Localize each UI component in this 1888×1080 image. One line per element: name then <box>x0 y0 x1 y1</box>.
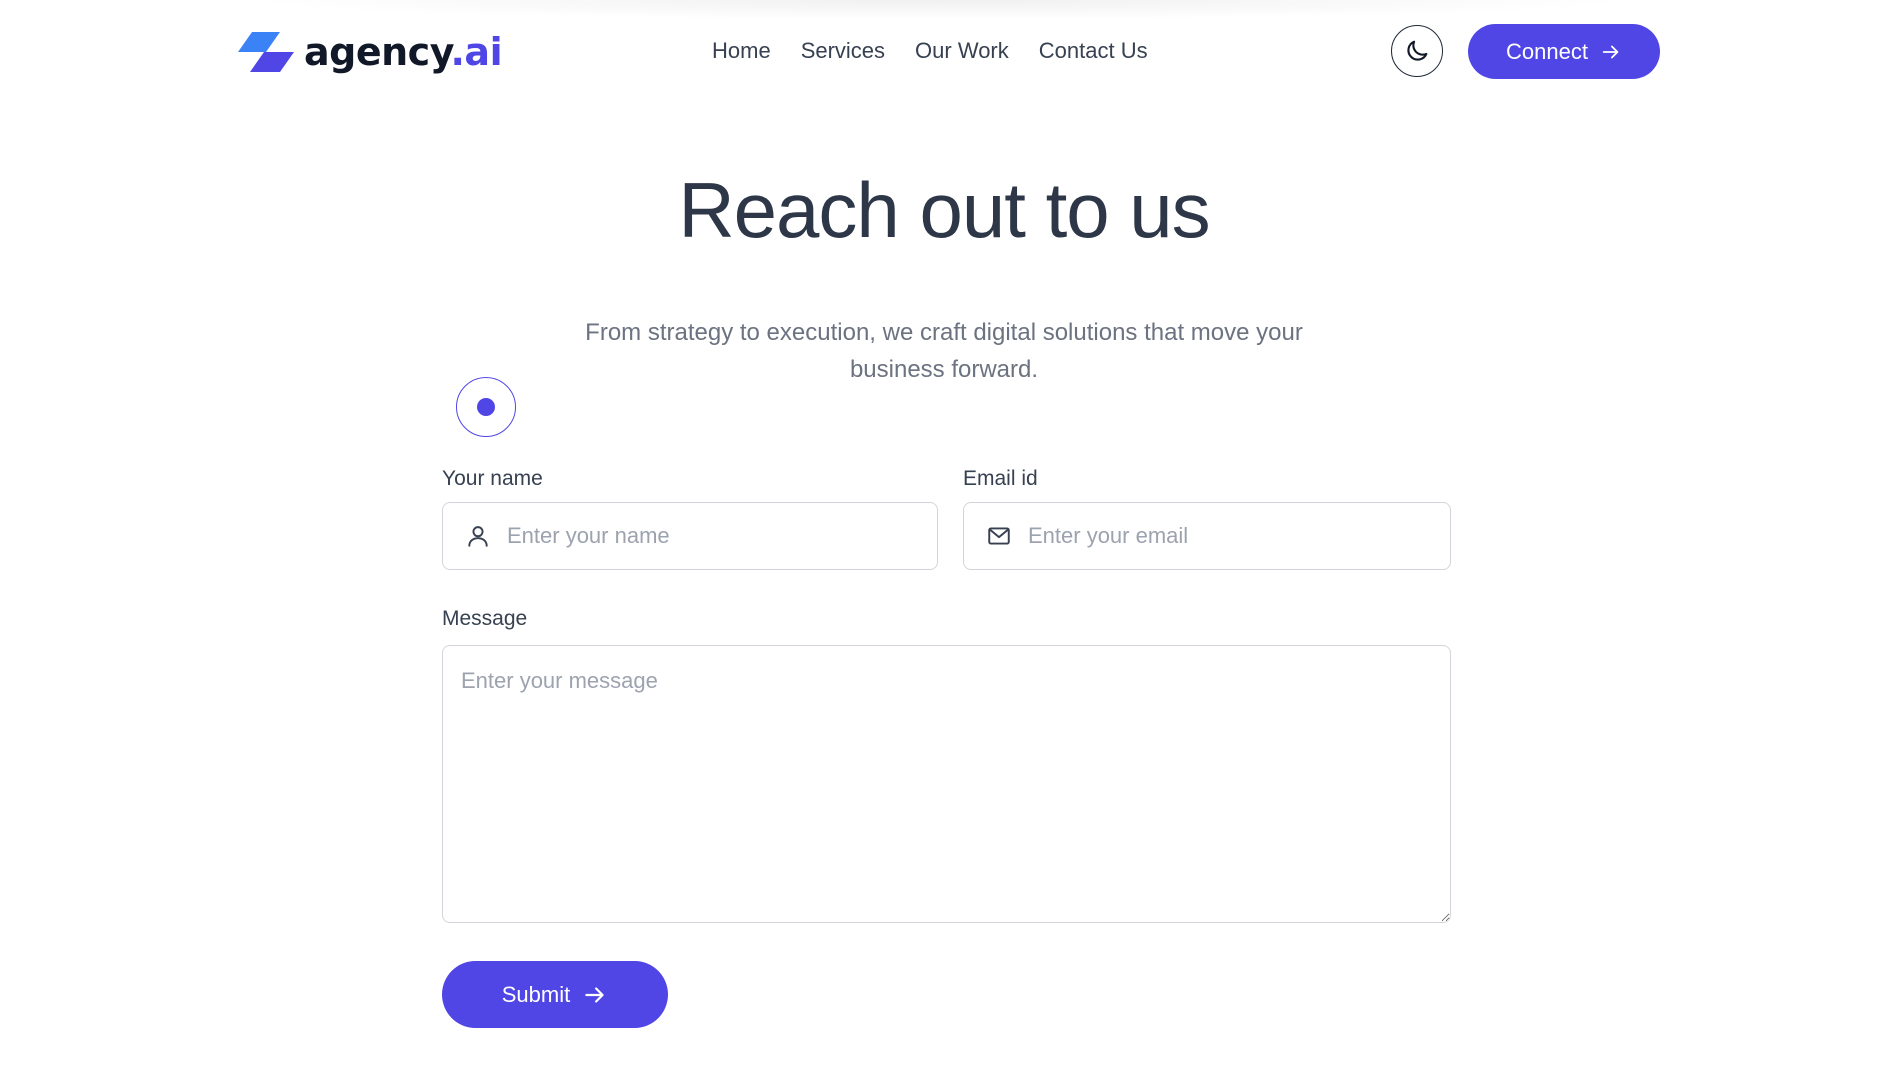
email-input[interactable] <box>1028 523 1408 549</box>
radio-dot <box>477 398 495 416</box>
decorative-radio <box>456 377 516 437</box>
brand-logo[interactable]: agency.ai <box>238 28 503 76</box>
theme-toggle-button[interactable] <box>1391 25 1443 77</box>
arrow-right-icon <box>585 986 604 1003</box>
page-subtitle: From strategy to execution, we craft dig… <box>585 319 1303 383</box>
nav-item-contact-us[interactable]: Contact Us <box>1039 34 1148 68</box>
name-input[interactable] <box>507 523 887 549</box>
submit-button-label: Submit <box>501 981 571 1007</box>
user-icon <box>465 523 491 549</box>
nav-item-home[interactable]: Home <box>712 34 771 68</box>
header-shadow <box>240 0 1640 20</box>
main-nav: Home Services Our Work Contact Us <box>712 34 1148 68</box>
submit-button[interactable]: Submit <box>442 961 668 1028</box>
connect-button-label: Connect <box>1506 38 1588 64</box>
email-field <box>963 502 1451 570</box>
message-label: Message <box>442 607 528 630</box>
name-label: Your name <box>442 467 543 490</box>
page-title: Reach out to us <box>678 166 1210 254</box>
moon-icon <box>1407 40 1428 61</box>
nav-item-our-work[interactable]: Our Work <box>915 34 1009 68</box>
email-label: Email id <box>963 467 1038 490</box>
message-textarea[interactable] <box>442 645 1451 923</box>
connect-button[interactable]: Connect <box>1468 24 1660 79</box>
logo-mark-icon <box>238 32 294 72</box>
mail-icon <box>986 523 1012 549</box>
nav-item-services[interactable]: Services <box>801 34 885 68</box>
arrow-right-icon <box>1602 45 1619 58</box>
site-header: agency.ai Home Services Our Work Contact… <box>0 0 1888 104</box>
brand-name: agency.ai <box>304 30 503 74</box>
name-field <box>442 502 938 570</box>
